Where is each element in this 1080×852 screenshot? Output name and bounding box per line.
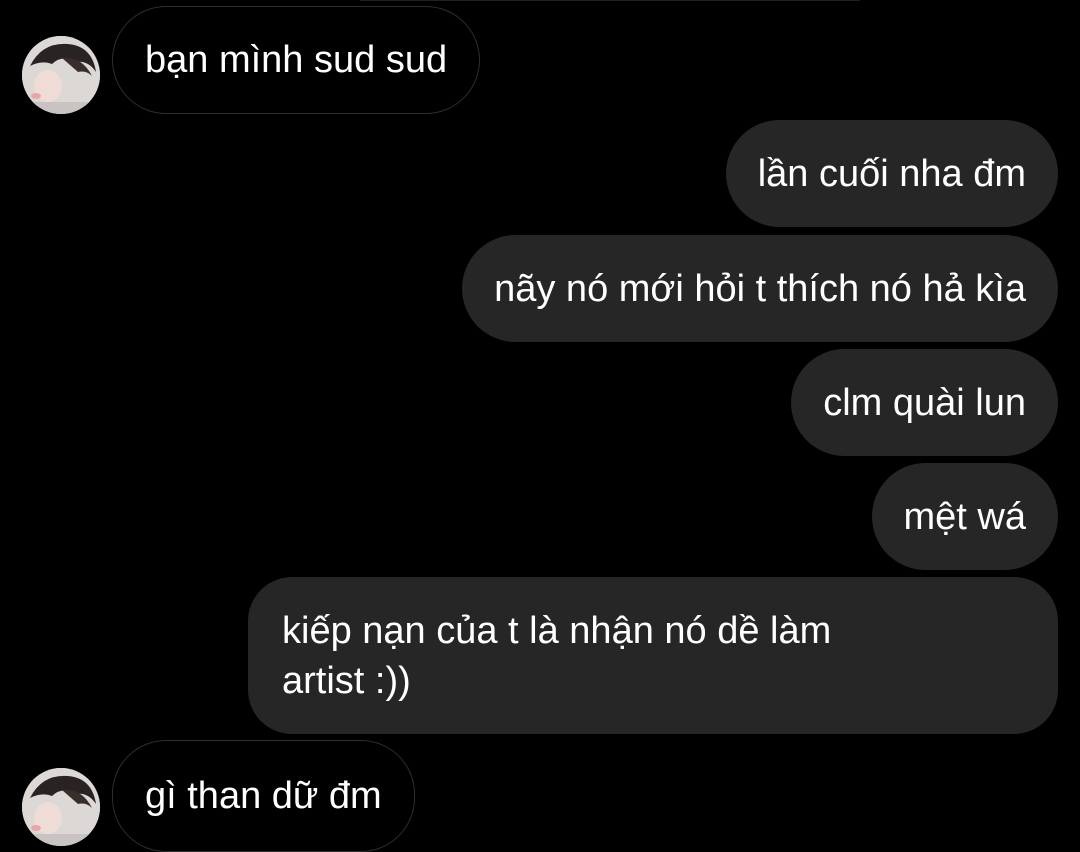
contact-avatar[interactable] bbox=[22, 768, 100, 846]
message-bubble-incoming[interactable]: bạn mình sud sud bbox=[112, 6, 481, 114]
message-text: lần cuối nha đm bbox=[757, 152, 1026, 195]
top-divider bbox=[360, 0, 860, 1]
message-bubble-outgoing[interactable]: nãy nó mới hỏi t thích nó hả kìa bbox=[462, 235, 1058, 342]
avatar-photo-icon bbox=[22, 36, 100, 114]
contact-avatar[interactable] bbox=[22, 36, 100, 114]
message-bubble-outgoing[interactable]: kiếp nạn của t là nhận nó dề làm artist … bbox=[248, 577, 1058, 734]
message-text: kiếp nạn của t là nhận nó dề làm artist … bbox=[282, 609, 832, 702]
message-text: bạn mình sud sud bbox=[145, 39, 448, 81]
message-text: clm quài lun bbox=[823, 381, 1026, 424]
avatar-photo-icon bbox=[22, 768, 100, 846]
message-bubble-outgoing[interactable]: mệt wá bbox=[871, 463, 1058, 570]
message-text: gì than dữ đm bbox=[145, 775, 382, 817]
message-bubble-outgoing[interactable]: lần cuối nha đm bbox=[725, 120, 1058, 227]
message-text: nãy nó mới hỏi t thích nó hả kìa bbox=[494, 267, 1026, 310]
message-bubble-incoming[interactable]: gì than dữ đm bbox=[112, 740, 415, 852]
message-text: mệt wá bbox=[903, 495, 1026, 538]
message-bubble-outgoing[interactable]: clm quài lun bbox=[791, 349, 1058, 456]
